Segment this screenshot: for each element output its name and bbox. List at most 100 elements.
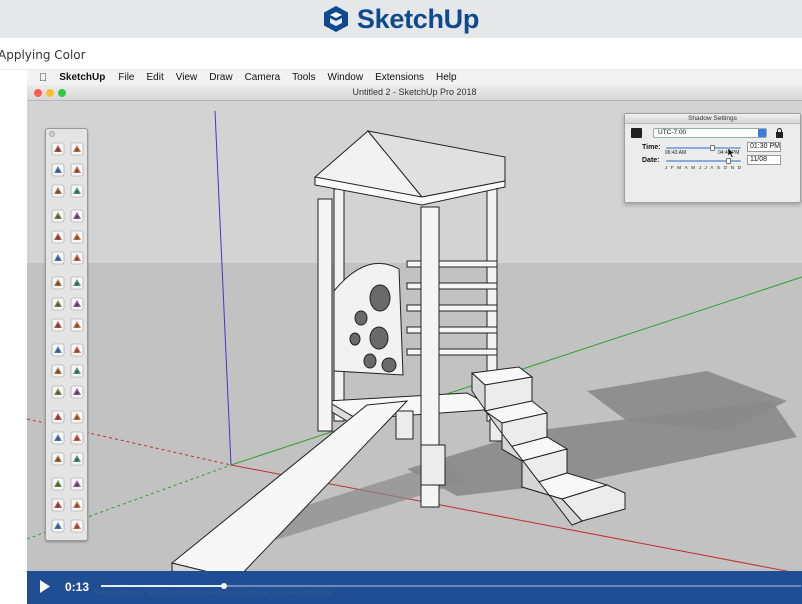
axes-tool-button[interactable] bbox=[50, 409, 66, 425]
two-point-arc-tool-button[interactable] bbox=[69, 250, 85, 266]
section-plane-tool-icon bbox=[70, 519, 84, 533]
palette-close-button[interactable] bbox=[49, 131, 55, 137]
month-label: D bbox=[737, 165, 741, 170]
text-tool-icon bbox=[70, 385, 84, 399]
erase-line-tool-button[interactable] bbox=[69, 162, 85, 178]
rotated-rectangle-tool-icon bbox=[70, 209, 84, 223]
time-label: Time: bbox=[642, 144, 661, 151]
window-title: Untitled 2 - SketchUp Pro 2018 bbox=[352, 87, 477, 97]
follow-me-tool-button[interactable] bbox=[69, 317, 85, 333]
circle-tool-icon bbox=[51, 230, 65, 244]
date-label: Date: bbox=[642, 157, 660, 164]
3d-text-tool-button[interactable] bbox=[69, 409, 85, 425]
month-label: M bbox=[691, 165, 696, 170]
walk-tool-button[interactable] bbox=[69, 497, 85, 513]
menu-help[interactable]: Help bbox=[436, 72, 457, 83]
month-label: S bbox=[717, 165, 721, 170]
pie-tool-icon bbox=[51, 276, 65, 290]
protractor-tool-button[interactable] bbox=[50, 384, 66, 400]
paint-bucket-tool-button[interactable] bbox=[50, 162, 66, 178]
push-pull-tool-button[interactable] bbox=[69, 296, 85, 312]
previous-view-tool-button[interactable] bbox=[69, 476, 85, 492]
rectangle-tool-icon bbox=[51, 209, 65, 223]
two-point-arc-tool-icon bbox=[70, 251, 84, 265]
date-slider-thumb[interactable] bbox=[726, 158, 731, 164]
select-tool-button[interactable] bbox=[50, 141, 66, 157]
paint-bucket-tool-icon bbox=[51, 163, 65, 177]
mouse-cursor-icon bbox=[728, 148, 735, 158]
sketchup-logo-icon bbox=[323, 6, 348, 32]
chevron-down-icon bbox=[758, 129, 766, 137]
menu-tools[interactable]: Tools bbox=[292, 72, 315, 83]
circle-tool-button[interactable] bbox=[50, 229, 66, 245]
offset-tool-icon bbox=[70, 343, 84, 357]
month-label: J bbox=[704, 165, 707, 170]
scale-tool-icon bbox=[51, 343, 65, 357]
section-plane-tool-button[interactable] bbox=[69, 518, 85, 534]
move-tool-button[interactable] bbox=[50, 296, 66, 312]
menu-camera[interactable]: Camera bbox=[245, 72, 281, 83]
polygon-tool-button[interactable] bbox=[69, 229, 85, 245]
rectangle-tool-button[interactable] bbox=[50, 208, 66, 224]
date-field[interactable]: 11/08 bbox=[747, 155, 781, 165]
arc-tool-icon bbox=[51, 251, 65, 265]
date-slider[interactable] bbox=[666, 158, 741, 164]
orbit-tool-button[interactable] bbox=[50, 430, 66, 446]
window-titlebar: Untitled 2 - SketchUp Pro 2018 bbox=[27, 85, 802, 101]
timezone-select[interactable]: UTC-7:00 bbox=[653, 128, 767, 138]
pan-tool-button[interactable] bbox=[69, 430, 85, 446]
tool-palette bbox=[45, 128, 88, 541]
menu-file[interactable]: File bbox=[118, 72, 134, 83]
menu-app-name[interactable]: SketchUp bbox=[59, 72, 105, 83]
pie-tool-button[interactable] bbox=[50, 275, 66, 291]
menu-edit[interactable]: Edit bbox=[147, 72, 164, 83]
arc-tool-button[interactable] bbox=[50, 250, 66, 266]
rotated-rectangle-tool-button[interactable] bbox=[69, 208, 85, 224]
zoom-window-tool-button[interactable] bbox=[69, 451, 85, 467]
zoom-extents-tool-button[interactable] bbox=[50, 476, 66, 492]
text-tool-button[interactable] bbox=[69, 384, 85, 400]
position-camera-tool-button[interactable] bbox=[50, 497, 66, 513]
previous-view-tool-icon bbox=[70, 477, 84, 491]
time-slider-thumb[interactable] bbox=[709, 145, 715, 151]
progress-fill bbox=[101, 585, 224, 587]
dimension-tool-button[interactable] bbox=[69, 363, 85, 379]
menu-draw[interactable]: Draw bbox=[209, 72, 232, 83]
month-label: J bbox=[665, 165, 668, 170]
offset-tool-button[interactable] bbox=[69, 342, 85, 358]
lesson-title: Applying Color bbox=[0, 48, 86, 62]
polygon-tool-icon bbox=[70, 230, 84, 244]
follow-me-tool-icon bbox=[70, 318, 84, 332]
menu-view[interactable]: View bbox=[176, 72, 198, 83]
rotate-tool-button[interactable] bbox=[50, 317, 66, 333]
3d-text-tool-icon bbox=[70, 410, 84, 424]
play-icon[interactable] bbox=[39, 580, 51, 593]
apple-icon[interactable]:  bbox=[39, 72, 47, 84]
axes-tool-icon bbox=[51, 410, 65, 424]
tape-measure-tool-icon bbox=[51, 364, 65, 378]
month-label: N bbox=[730, 165, 735, 170]
menu-window[interactable]: Window bbox=[328, 72, 364, 83]
progress-bar[interactable] bbox=[101, 583, 801, 589]
zoom-tool-button[interactable] bbox=[50, 451, 66, 467]
look-around-tool-button[interactable] bbox=[50, 518, 66, 534]
orbit-tool-icon bbox=[51, 431, 65, 445]
shadow-settings-title: Shadow Settings bbox=[625, 114, 800, 124]
month-label: J bbox=[698, 165, 701, 170]
tape-measure-tool-button[interactable] bbox=[50, 363, 66, 379]
month-labels: JFMAMJJASOND bbox=[665, 165, 741, 170]
menu-extensions[interactable]: Extensions bbox=[375, 72, 424, 83]
month-label: F bbox=[670, 165, 674, 170]
freehand-tool-button[interactable] bbox=[69, 183, 85, 199]
time-field[interactable]: 01:30 PM bbox=[747, 142, 781, 152]
three-point-arc-tool-button[interactable] bbox=[69, 275, 85, 291]
screen: SketchUp Applying Color  SketchUp File … bbox=[0, 0, 802, 604]
pencil-tool-button[interactable] bbox=[50, 183, 66, 199]
eraser-tool-button[interactable] bbox=[69, 141, 85, 157]
shadow-toggle-button[interactable] bbox=[631, 128, 642, 138]
scale-tool-button[interactable] bbox=[50, 342, 66, 358]
lock-icon[interactable] bbox=[775, 128, 784, 138]
post-foot-left bbox=[395, 410, 414, 440]
move-tool-icon bbox=[51, 297, 65, 311]
progress-handle[interactable] bbox=[220, 583, 227, 589]
